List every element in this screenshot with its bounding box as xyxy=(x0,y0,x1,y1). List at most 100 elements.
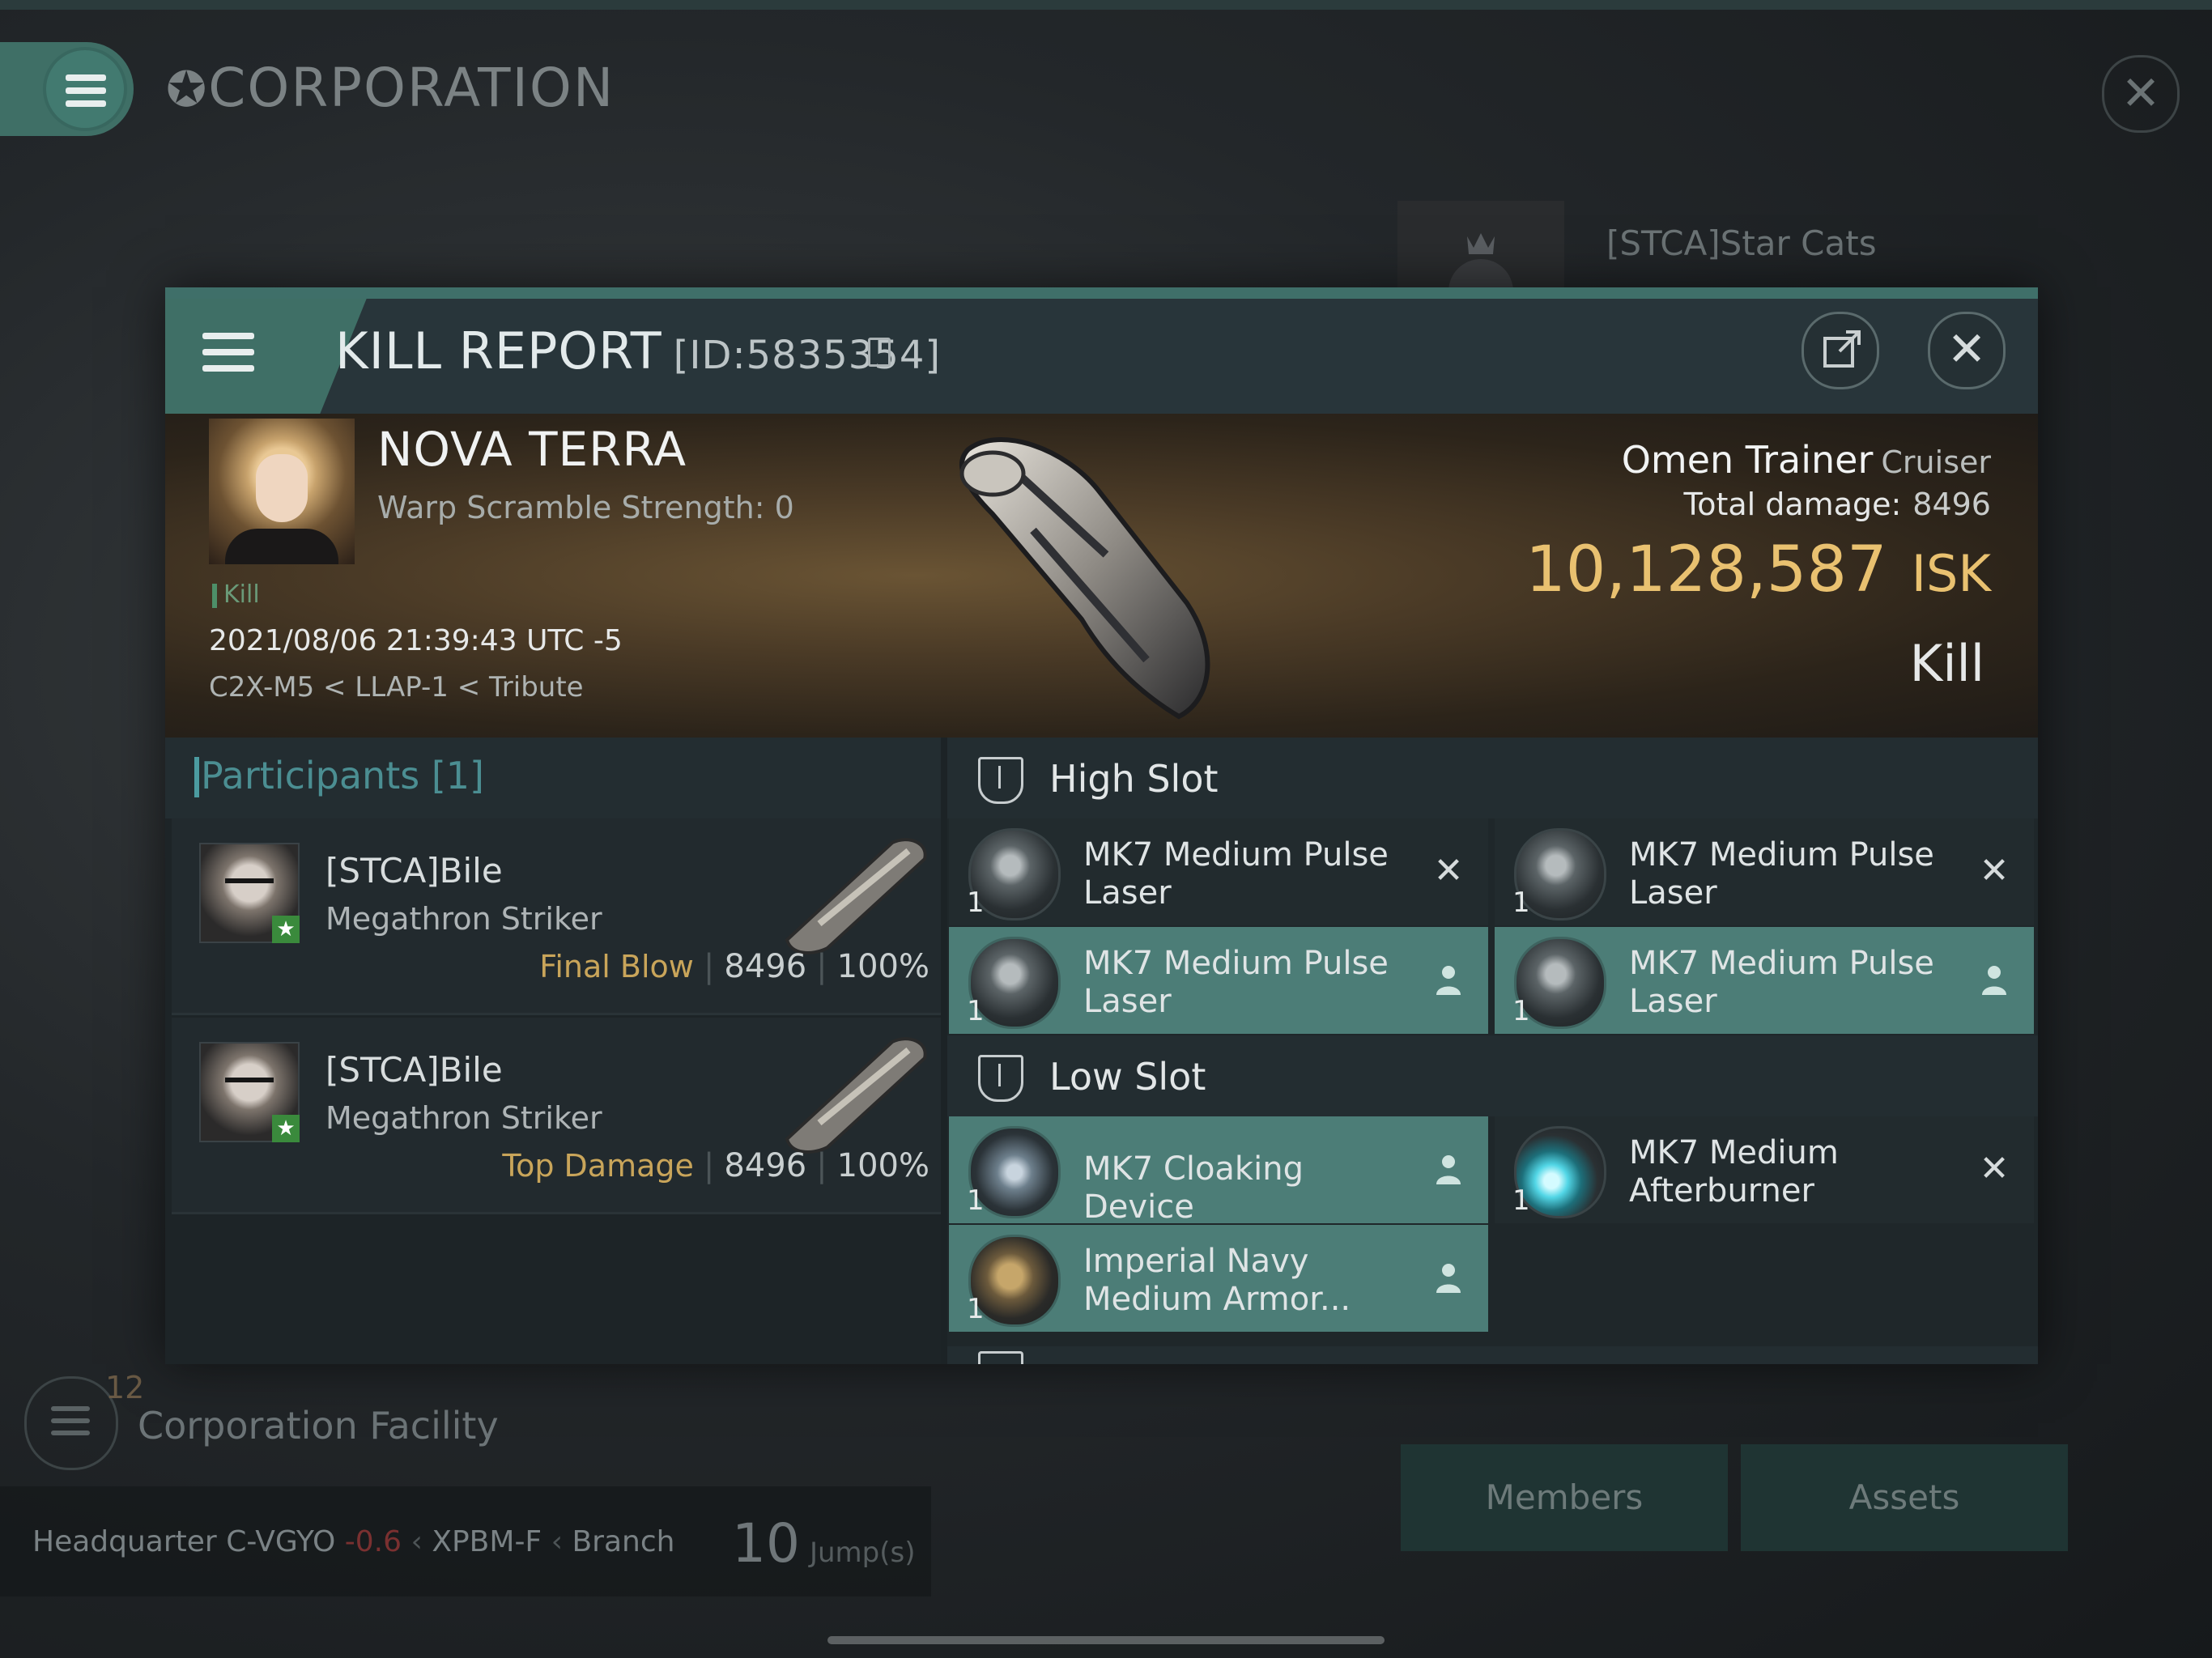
person-icon xyxy=(1436,1155,1461,1184)
victim-ship-image[interactable] xyxy=(944,417,1365,733)
participant-avatar[interactable]: ★ xyxy=(199,843,300,943)
participant-row[interactable]: ★ [STCA]Bile Megathron Striker Top Damag… xyxy=(172,1018,941,1214)
chevron-left-icon: ‹ xyxy=(551,1525,563,1558)
assets-button[interactable]: Assets xyxy=(1741,1444,2068,1551)
participant-ship-image xyxy=(785,1037,927,1154)
item-name: MK7 Medium Afterburner xyxy=(1629,1134,1839,1209)
item-quantity: 1 xyxy=(967,1184,985,1217)
warp-scramble: Warp Scramble Strength: 0 xyxy=(377,490,794,525)
facility-label: Corporation Facility xyxy=(138,1404,499,1448)
hq-system[interactable]: C-VGYO xyxy=(226,1525,335,1558)
fitting-item[interactable]: 1 MK7 Medium Afterburner ✕ xyxy=(1495,1116,2034,1223)
participant-percent: 100% xyxy=(836,948,929,985)
item-quantity: 1 xyxy=(967,886,985,919)
fitting-item[interactable]: 1 Imperial Navy Medium Armor... xyxy=(949,1225,1488,1332)
participant-name: [STCA]Bile xyxy=(325,1050,503,1090)
person-icon xyxy=(1436,966,1461,995)
ship-class: Cruiser xyxy=(1881,444,1991,480)
total-damage-label: Total damage: xyxy=(1683,487,1902,522)
participant-ship: Megathron Striker xyxy=(325,901,602,937)
modal-title: KILL REPORT [ID:5835354] xyxy=(335,321,941,380)
hq-region: XPBM-F xyxy=(432,1525,542,1558)
menu-icon xyxy=(43,47,127,131)
participant-ship: Megathron Striker xyxy=(325,1100,602,1136)
ship-name-text: Omen Trainer xyxy=(1621,438,1874,482)
chevron-left-icon: ‹ xyxy=(410,1525,423,1558)
close-x-icon: ✕ xyxy=(1979,850,2010,891)
item-name: MK7 Medium Pulse Laser xyxy=(1629,836,1934,912)
corporation-menu-button[interactable] xyxy=(0,42,134,136)
low-slot-icon xyxy=(978,1055,1023,1102)
jumps-unit: Jump(s) xyxy=(809,1537,916,1569)
participant-role: Final Blow xyxy=(539,949,694,984)
fitting-item[interactable]: 1 MK7 Medium Pulse Laser ✕ xyxy=(1495,818,2034,925)
top-status-strip xyxy=(0,0,2212,10)
participants-header-bar xyxy=(194,757,199,797)
participant-avatar[interactable]: ★ xyxy=(199,1042,300,1142)
kill-id: [ID:5835354] xyxy=(673,333,942,378)
corp-name: [STCA]Star Cats xyxy=(1606,223,1877,263)
ship-name[interactable]: Omen Trainer Cruiser xyxy=(1622,438,1991,482)
participant-ship-image xyxy=(785,838,927,954)
participant-stats: Final Blow | 8496 | 100% xyxy=(539,948,929,985)
copy-icon[interactable] xyxy=(868,338,891,367)
result-label: Kill xyxy=(1909,634,1984,693)
kill-location[interactable]: C2X-M5 < LLAP-1 < Tribute xyxy=(209,671,584,704)
high-slot-icon xyxy=(978,757,1023,804)
participant-row[interactable]: ★ [STCA]Bile Megathron Striker Final Blo… xyxy=(172,818,941,1015)
star-icon: ★ xyxy=(272,916,300,943)
modal-title-text: KILL REPORT xyxy=(335,321,662,380)
crown-lion-icon xyxy=(1448,233,1513,324)
page-close-button[interactable]: ✕ xyxy=(2102,55,2180,133)
person-icon xyxy=(1982,966,2006,995)
isk-unit: ISK xyxy=(1911,544,1991,603)
menu-icon xyxy=(202,333,254,372)
item-quantity: 1 xyxy=(1512,886,1530,919)
isk-amount: 10,128,587 xyxy=(1525,534,1887,606)
members-button[interactable]: Members xyxy=(1401,1444,1728,1551)
modal-close-button[interactable]: ✕ xyxy=(1928,312,2006,389)
item-name: MK7 Medium Pulse Laser xyxy=(1083,836,1389,912)
low-slot-header: Low Slot xyxy=(947,1035,2038,1116)
high-slot-header: High Slot xyxy=(947,738,2038,818)
jumps-value: 10 xyxy=(732,1512,800,1575)
page-title: ✪CORPORATION xyxy=(166,57,615,119)
item-quantity: 1 xyxy=(967,995,985,1027)
close-icon: ✕ xyxy=(2121,66,2161,121)
star-badge-icon: ✪ xyxy=(166,62,209,118)
headquarter-info: Headquarter C-VGYO -0.6 ‹ XPBM-F ‹ Branc… xyxy=(32,1525,674,1558)
close-x-icon: ✕ xyxy=(1979,1148,2010,1189)
item-quantity: 1 xyxy=(1512,995,1530,1027)
mid-slot-header-partial xyxy=(947,1346,2038,1364)
facility-count: 12 xyxy=(105,1370,145,1405)
participant-percent: 100% xyxy=(836,1147,929,1184)
kill-report-modal: KILL REPORT [ID:5835354] ✕ NOVA TERRA War… xyxy=(165,287,2038,1364)
victim-name[interactable]: NOVA TERRA xyxy=(377,422,687,477)
participants-title: Participants [1] xyxy=(201,754,484,797)
fitting-item[interactable]: 1 MK7 Cloaking Device xyxy=(949,1116,1488,1226)
item-name: Imperial Navy Medium Armor... xyxy=(1083,1243,1351,1318)
victim-portrait[interactable] xyxy=(209,419,355,564)
fitting-item[interactable]: 1 MK7 Medium Pulse Laser xyxy=(1495,927,2034,1034)
person-icon xyxy=(1436,1264,1461,1293)
jumps-count: 10 Jump(s) xyxy=(732,1512,916,1575)
item-name: MK7 Cloaking Device xyxy=(1083,1150,1304,1226)
item-name: MK7 Medium Pulse Laser xyxy=(1083,945,1389,1020)
modal-menu-button[interactable] xyxy=(165,299,311,414)
total-damage-value: 8496 xyxy=(1912,487,1991,522)
close-x-icon: ✕ xyxy=(1433,850,1464,891)
fitting-item[interactable]: 1 MK7 Medium Pulse Laser xyxy=(949,927,1488,1034)
share-button[interactable] xyxy=(1802,312,1879,389)
page-title-text: CORPORATION xyxy=(208,57,615,119)
hq-type: Branch xyxy=(572,1525,675,1558)
mid-slot-icon xyxy=(978,1351,1023,1364)
facility-menu-button[interactable] xyxy=(24,1376,118,1470)
item-name: MK7 Medium Pulse Laser xyxy=(1629,945,1934,1020)
fitting-item[interactable]: 1 MK7 Medium Pulse Laser ✕ xyxy=(949,818,1488,925)
hq-label: Headquarter xyxy=(32,1525,217,1558)
modal-accent-line xyxy=(165,287,2038,299)
participant-damage: 8496 xyxy=(724,948,807,985)
kill-datetime: 2021/08/06 21:39:43 UTC -5 xyxy=(209,624,623,657)
star-icon: ★ xyxy=(272,1115,300,1142)
share-icon xyxy=(1823,330,1861,368)
